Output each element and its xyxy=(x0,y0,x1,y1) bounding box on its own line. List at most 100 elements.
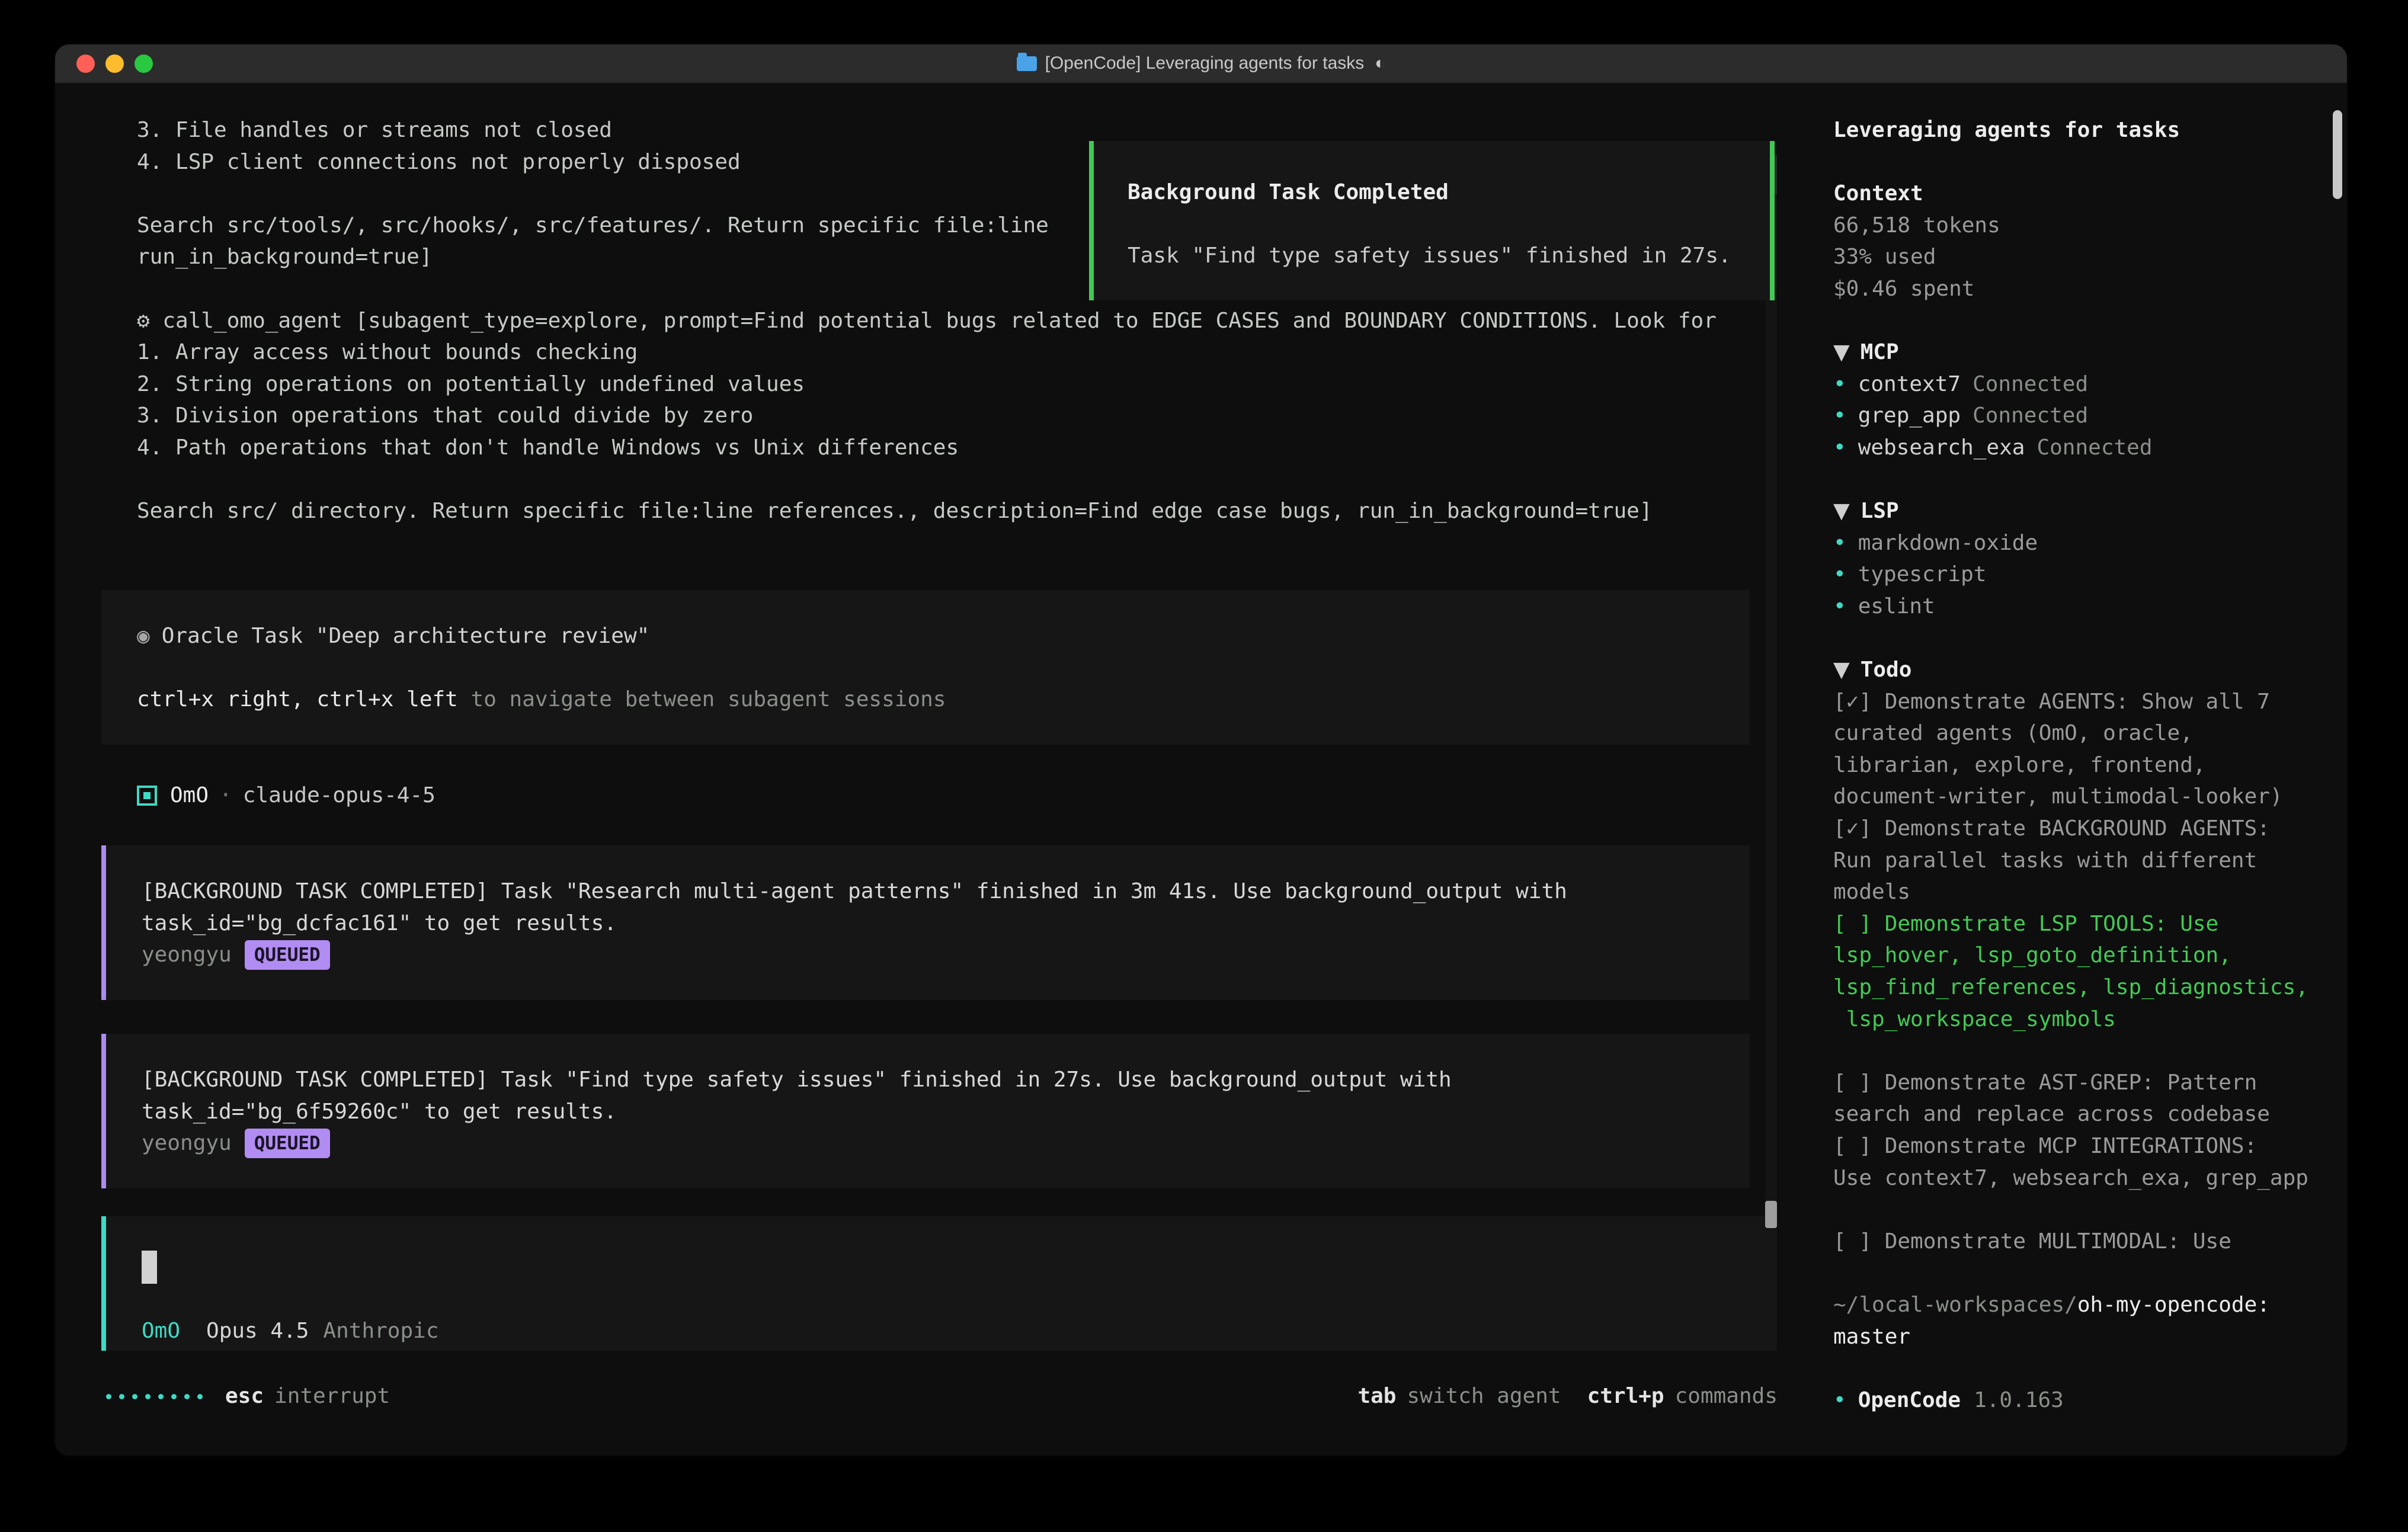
agent-header: OmO · claude-opus-4-5 xyxy=(137,780,436,812)
keybinding-text: ctrl+x right, ctrl+x left xyxy=(137,687,458,711)
message-meta: yeongyu QUEUED xyxy=(142,1127,1750,1159)
bullet-icon: • xyxy=(1833,403,1846,428)
workspace-path-prefix: ~/local-workspaces/ xyxy=(1833,1293,2077,1317)
spinner-dot xyxy=(132,1394,137,1399)
spinner-dot xyxy=(145,1394,150,1399)
bullet-icon: • xyxy=(1833,531,1846,555)
lsp-item-name: markdown-oxide xyxy=(1858,531,2038,555)
lsp-section-header[interactable]: ▼LSP xyxy=(1833,495,2335,527)
close-button[interactable] xyxy=(76,55,95,73)
ctrlp-key-label: commands xyxy=(1675,1380,1778,1412)
todo-item-pending: [ ] Demonstrate MULTIMODAL: Use xyxy=(1833,1226,2335,1258)
spinner-icon: ◐ xyxy=(1375,53,1385,73)
prompt-input[interactable]: OmO Opus 4.5 Anthropic xyxy=(101,1216,1777,1351)
window-title-text: [OpenCode] Leveraging agents for tasks xyxy=(1045,53,1365,73)
todo-item-active: [ ] Demonstrate LSP TOOLS: Use lsp_hover… xyxy=(1833,908,2335,1035)
workspace-branch: master xyxy=(1833,1321,2335,1353)
notification-toast[interactable]: Background Task Completed Task "Find typ… xyxy=(1089,141,1775,300)
window-title: [OpenCode] Leveraging agents for tasks ◐ xyxy=(1017,53,1386,73)
triangle-down-icon: ▼ xyxy=(1833,499,1850,523)
separator-dot: · xyxy=(219,780,232,812)
message-text: [BACKGROUND TASK COMPLETED] Task "Resear… xyxy=(142,876,1750,939)
message-meta: yeongyu QUEUED xyxy=(142,939,1750,971)
traffic-lights xyxy=(76,44,153,82)
spinner-dot xyxy=(184,1394,190,1399)
context-spent: $0.46 spent xyxy=(1833,273,2335,305)
app-name: OpenCode xyxy=(1858,1388,1961,1412)
triangle-down-icon: ▼ xyxy=(1833,658,1850,682)
model-provider-label: Anthropic xyxy=(323,1315,438,1347)
todo-item-done: [✓] Demonstrate AGENTS: Show all 7 curat… xyxy=(1833,686,2335,813)
status-left: esc interrupt xyxy=(106,1380,390,1412)
agent-checkbox-icon xyxy=(137,786,157,806)
sidebar-scrollbar-thumb[interactable] xyxy=(2333,110,2342,199)
todo-item-pending: [ ] Demonstrate MCP INTEGRATIONS: Use co… xyxy=(1833,1130,2335,1194)
bullet-icon: • xyxy=(1833,372,1846,396)
message-text: [BACKGROUND TASK COMPLETED] Task "Find t… xyxy=(142,1064,1750,1127)
status-badge: QUEUED xyxy=(245,1129,330,1158)
text-cursor xyxy=(142,1251,157,1284)
spinner-dot xyxy=(106,1394,111,1399)
mcp-item: •context7Connected xyxy=(1833,368,2335,400)
notification-title: Background Task Completed xyxy=(1128,177,1770,209)
spinner-dot xyxy=(119,1394,124,1399)
main-pane: 3. File handles or streams not closed 4.… xyxy=(55,82,1808,1456)
oracle-hint-line: ctrl+x right, ctrl+x left to navigate be… xyxy=(137,684,1750,716)
bullet-icon: • xyxy=(1833,594,1846,618)
todo-item-pending: [ ] Demonstrate AST-GREP: Pattern search… xyxy=(1833,1067,2335,1130)
active-model-label: Opus 4.5 xyxy=(206,1315,309,1347)
mcp-item-name: grep_app xyxy=(1858,403,1961,428)
window-content: 3. File handles or streams not closed 4.… xyxy=(55,82,2347,1456)
scrollbar-thumb[interactable] xyxy=(1765,1201,1777,1228)
mcp-item-status: Connected xyxy=(1972,403,2088,428)
todo-item-done: [✓] Demonstrate BACKGROUND AGENTS: Run p… xyxy=(1833,813,2335,908)
session-title: Leveraging agents for tasks xyxy=(1833,114,2335,146)
context-tokens: 66,518 tokens xyxy=(1833,210,2335,242)
bullet-icon: • xyxy=(1833,562,1846,586)
notification-body: Task "Find type safety issues" finished … xyxy=(1128,240,1770,272)
message-block: [BACKGROUND TASK COMPLETED] Task "Find t… xyxy=(101,1034,1750,1188)
esc-key-label: interrupt xyxy=(274,1380,390,1412)
lsp-item-name: eslint xyxy=(1858,594,1935,618)
main-scrollbar[interactable] xyxy=(1765,155,1777,1230)
workspace-repo: oh-my-opencode: xyxy=(2077,1293,2270,1317)
desktop: [OpenCode] Leveraging agents for tasks ◐… xyxy=(0,0,2408,1532)
message-author: yeongyu xyxy=(142,939,232,971)
ctrlp-key-hint: ctrl+p xyxy=(1587,1380,1664,1412)
mcp-item-status: Connected xyxy=(1972,372,2088,396)
lsp-item: • markdown-oxide xyxy=(1833,527,2335,559)
window-titlebar[interactable]: [OpenCode] Leveraging agents for tasks ◐ xyxy=(55,44,2347,84)
esc-key-hint: esc xyxy=(225,1380,264,1412)
app-version-line: • OpenCode 1.0.163 xyxy=(1833,1384,2335,1416)
bullet-icon: • xyxy=(1833,435,1846,460)
mcp-item-name: websearch_exa xyxy=(1858,435,2025,460)
context-header: Context xyxy=(1833,178,2335,210)
minimize-button[interactable] xyxy=(105,55,124,73)
status-bar: esc interrupt tab switch agent ctrl+p co… xyxy=(55,1380,1808,1412)
spinner-dot xyxy=(171,1394,177,1399)
mcp-item-status: Connected xyxy=(2036,435,2152,460)
todo-header-label: Todo xyxy=(1861,658,1912,682)
bullet-icon: • xyxy=(1833,1388,1846,1412)
workspace-path: ~/local-workspaces/oh-my-opencode: xyxy=(1833,1289,2335,1321)
app-version: 1.0.163 xyxy=(1974,1388,2064,1412)
maximize-button[interactable] xyxy=(135,55,153,73)
fisheye-icon: ◉ xyxy=(137,624,150,648)
lsp-item: • eslint xyxy=(1833,591,2335,623)
spinner-dot xyxy=(158,1394,164,1399)
model-row: OmO Opus 4.5 Anthropic xyxy=(142,1315,439,1347)
mcp-item: • grep_app Connected xyxy=(1833,400,2335,432)
message-author: yeongyu xyxy=(142,1127,232,1159)
oracle-task-line: ◉Oracle Task "Deep architecture review" xyxy=(137,620,1750,652)
mcp-header-label: MCP xyxy=(1861,340,1899,364)
message-block: [BACKGROUND TASK COMPLETED] Task "Resear… xyxy=(101,845,1750,1000)
mcp-item: • websearch_exa Connected xyxy=(1833,432,2335,464)
agent-model: claude-opus-4-5 xyxy=(243,780,436,812)
terminal-window: [OpenCode] Leveraging agents for tasks ◐… xyxy=(54,43,2348,1457)
lsp-item-name: typescript xyxy=(1858,562,1987,586)
tab-key-hint: tab xyxy=(1357,1380,1396,1412)
status-badge: QUEUED xyxy=(245,940,330,970)
todo-section-header[interactable]: ▼ Todo xyxy=(1833,654,2335,686)
status-right: tab switch agent ctrl+p commands xyxy=(1357,1380,1778,1412)
mcp-section-header[interactable]: ▼MCP xyxy=(1833,336,2335,368)
